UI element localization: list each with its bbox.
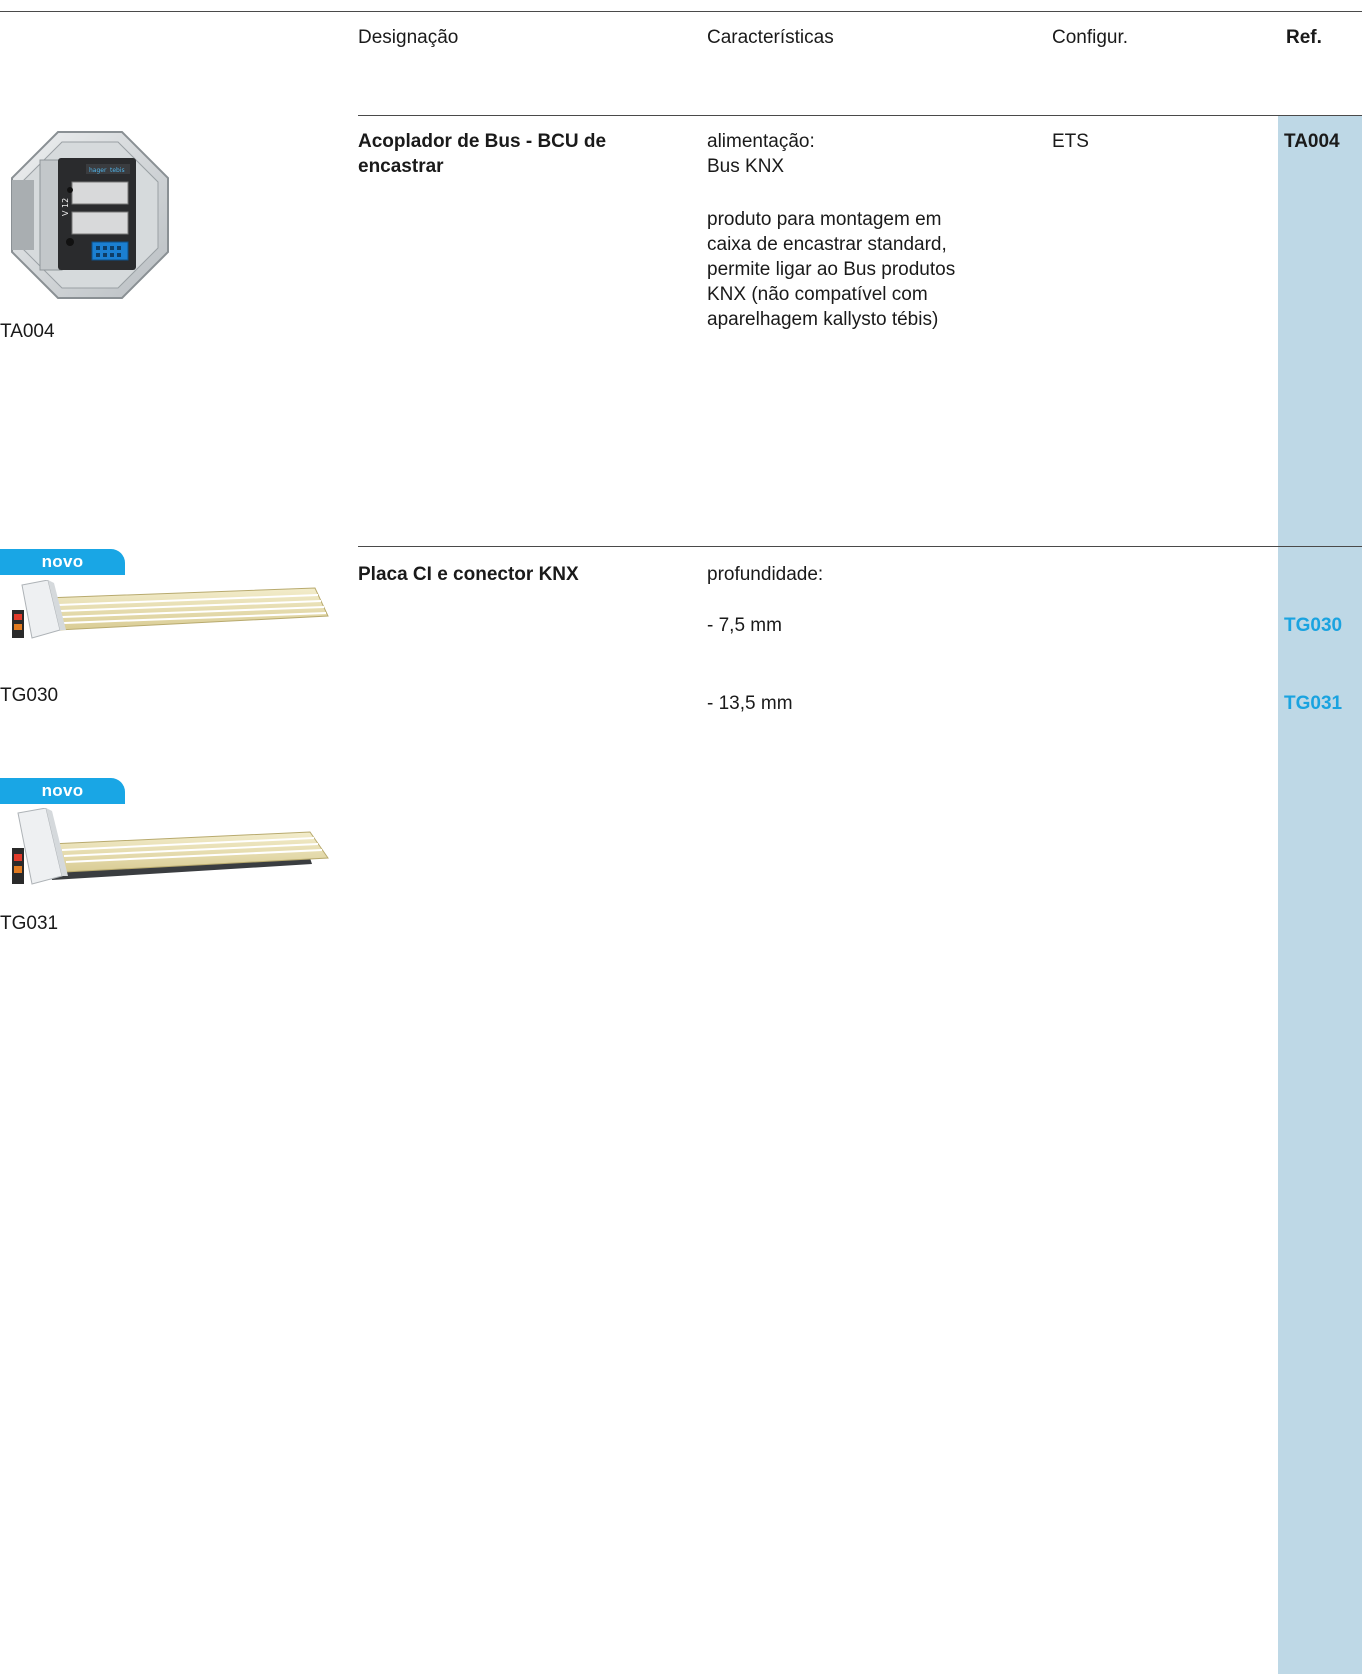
section-rule-1 [358,115,1362,116]
image-label-ta004: TA004 [0,321,55,342]
char-line: KNX (não compatível com [707,284,928,305]
pcb-connector-image [12,580,329,639]
variant-ref: TG030 [1284,615,1343,636]
svg-text:tebis: tebis [110,167,125,174]
svg-text:V 12: V 12 [61,198,70,216]
image-label-tg031: TG031 [0,913,59,934]
char-line: permite ligar ao Bus produtos [707,259,956,280]
header-ref: Ref. [1286,27,1322,48]
variant-ref: TG031 [1284,693,1343,714]
ref-value: TA004 [1284,131,1340,152]
char-line: aparelhagem kallysto tébis) [707,309,939,330]
pcb-connector-deep-image [12,808,329,885]
variant-char: - 7,5 mm [707,615,782,636]
char-line: caixa de encastrar standard, [707,234,947,255]
product-designation: Placa CI e conector KNX [358,564,579,585]
header-top-rule [0,11,1362,12]
product-designation-line-1: Acoplador de Bus - BCU de [358,131,607,152]
config-value: ETS [1052,131,1089,152]
ref-column-background [1278,115,1362,1674]
header-characteristics: Características [707,27,834,48]
char-line: Bus KNX [707,156,785,177]
product-designation-line-2: encastrar [358,156,444,177]
device-brand-text: hager [89,167,107,174]
header-designation: Designação [358,27,459,48]
image-label-tg030: TG030 [0,685,59,706]
section-rule-2 [358,546,1362,547]
novo-badge: novo [0,549,125,575]
char-title: profundidade: [707,564,824,585]
char-line: alimentação: [707,131,815,152]
char-line: produto para montagem em [707,209,942,230]
header-config: Configur. [1052,27,1129,48]
variant-char: - 13,5 mm [707,693,793,714]
bus-coupler-device-image: hager tebis V 12 [11,131,169,299]
novo-badge: novo [0,778,125,804]
